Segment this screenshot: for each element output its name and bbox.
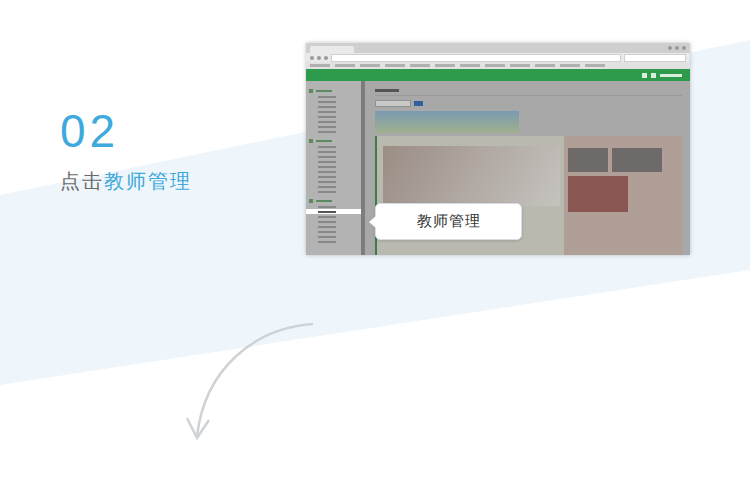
sidebar-item[interactable]: [306, 144, 361, 149]
bookmarks-bar: [306, 62, 690, 69]
sidebar-item[interactable]: [306, 159, 361, 164]
sidebar-item[interactable]: [306, 149, 361, 154]
browser-screenshot: 教师管理: [306, 43, 690, 255]
sidebar-item[interactable]: [306, 229, 361, 234]
sidebar-item[interactable]: [306, 184, 361, 189]
window-buttons: [668, 46, 686, 50]
sidebar-item[interactable]: [306, 169, 361, 174]
tab-bar: [306, 43, 690, 53]
address-bar: [306, 53, 690, 62]
app-header: [306, 69, 690, 81]
sidebar-group: [306, 197, 361, 244]
sidebar-item[interactable]: [306, 94, 361, 99]
browser-tab[interactable]: [310, 46, 354, 53]
step-caption: 02 点击教师管理: [0, 0, 306, 255]
sidebar-item[interactable]: [306, 124, 361, 129]
sidebar-item[interactable]: [306, 209, 361, 214]
sidebar-item[interactable]: [306, 129, 361, 134]
sidebar-item[interactable]: [306, 119, 361, 124]
sidebar-item[interactable]: [306, 104, 361, 109]
sidebar-item[interactable]: [306, 154, 361, 159]
step-number: 02: [60, 108, 306, 154]
sidebar-item[interactable]: [306, 239, 361, 244]
sidebar-item[interactable]: [306, 174, 361, 179]
sidebar-item[interactable]: [306, 179, 361, 184]
sidebar-group: [306, 137, 361, 194]
sidebar-item[interactable]: [306, 164, 361, 169]
sidebar-item[interactable]: [306, 114, 361, 119]
tutorial-step: 02 点击教师管理教师管理: [0, 0, 750, 482]
url-field[interactable]: [331, 54, 621, 62]
sidebar-item[interactable]: [306, 99, 361, 104]
step-title: 点击教师管理: [60, 168, 306, 195]
sidebar-group: [306, 87, 361, 134]
scrollbar[interactable]: [361, 81, 365, 255]
sidebar-item[interactable]: [306, 219, 361, 224]
curved-arrow-icon: [185, 318, 325, 458]
sidebar-item[interactable]: [306, 214, 361, 219]
sidebar-item[interactable]: [306, 234, 361, 239]
tooltip: 教师管理: [375, 203, 522, 240]
sidebar: [306, 81, 361, 255]
sidebar-item[interactable]: [306, 224, 361, 229]
sidebar-item[interactable]: [306, 109, 361, 114]
sidebar-item[interactable]: [306, 189, 361, 194]
search-field[interactable]: [624, 54, 686, 62]
